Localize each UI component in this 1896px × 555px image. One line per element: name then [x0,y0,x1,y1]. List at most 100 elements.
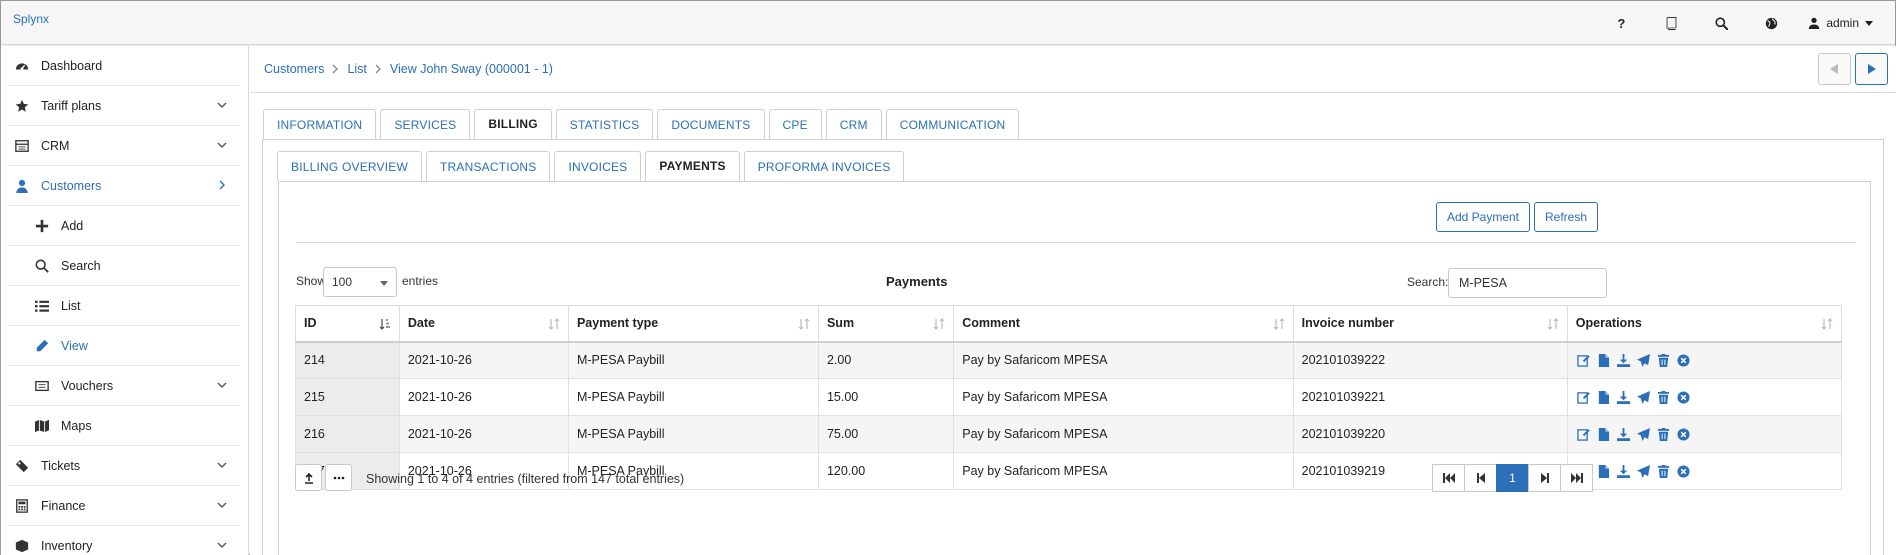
search-icon[interactable] [1696,1,1746,45]
document-icon[interactable] [1596,427,1611,441]
column-header-invoice-number[interactable]: Invoice number [1292,305,1568,343]
document-icon[interactable] [1596,390,1611,404]
delete-icon[interactable] [1656,427,1671,441]
cell-date: 2021-10-26 [398,341,569,379]
edit-icon[interactable] [1576,353,1591,367]
send-icon[interactable] [1636,464,1651,478]
breadcrumb-view[interactable]: View John Sway (000001 - 1) [390,62,553,76]
sidebar-item-maps[interactable]: Maps [7,406,239,446]
breadcrumb-bar: Customers List View John Sway (000001 - … [250,46,1896,93]
next-page-button[interactable] [1528,464,1561,492]
subtab-billing-overview[interactable]: BILLING OVERVIEW [277,151,423,181]
previous-page-button[interactable] [1464,464,1497,492]
column-header-sum[interactable]: Sum [817,305,955,343]
tab-cpe[interactable]: CPE [768,109,822,139]
edit-icon[interactable] [1576,390,1591,404]
chevron-right-icon [217,180,227,190]
delete-icon[interactable] [1656,390,1671,404]
search-input[interactable] [1448,268,1607,298]
sort-ascending-icon [379,318,391,330]
add-payment-button[interactable]: Add Payment [1436,202,1530,232]
payments-panel: Add Payment Refresh Show 100 entries Pay… [278,181,1871,555]
more-icon [333,476,344,479]
cell-operations [1566,415,1843,453]
delete-icon[interactable] [1656,353,1671,367]
chevron-down-icon [1865,20,1873,26]
download-icon[interactable] [1616,464,1631,478]
send-icon[interactable] [1636,390,1651,404]
more-options-button[interactable] [325,464,352,491]
tab-documents[interactable]: DOCUMENTS [657,109,765,139]
sidebar-item-tariff-plans[interactable]: Tariff plans [7,86,239,126]
export-button[interactable] [295,464,322,491]
tab-communication[interactable]: COMMUNICATION [885,109,1020,139]
sidebar-item-search[interactable]: Search [7,246,239,286]
sidebar-item-customers[interactable]: Customers [7,166,239,206]
column-header-payment-type[interactable]: Payment type [567,305,819,343]
star-icon [15,99,29,113]
sidebar-item-crm[interactable]: CRM [7,126,239,166]
sidebar-item-view[interactable]: View [7,326,239,366]
previous-customer-button[interactable] [1818,53,1851,85]
sidebar-item-list[interactable]: List [7,286,239,326]
brand-link[interactable]: Splynx [13,12,49,26]
chevron-down-icon [217,500,227,510]
table-row: 215 2021-10-26 M-PESA Paybill 15.00 Pay by S… [295,378,1843,416]
cancel-icon[interactable] [1676,390,1691,404]
sort-icon [933,318,945,330]
search-label: Search: [1407,275,1449,289]
last-page-button[interactable] [1560,464,1593,492]
globe-icon[interactable] [1746,1,1796,45]
column-header-operations[interactable]: Operations [1566,305,1843,343]
book-icon[interactable] [1646,1,1696,45]
cell-date: 2021-10-26 [398,415,569,453]
delete-icon[interactable] [1656,464,1671,478]
send-icon[interactable] [1636,427,1651,441]
breadcrumb-list[interactable]: List [347,62,366,76]
edit-icon[interactable] [1576,427,1591,441]
sidebar-item-vouchers[interactable]: Vouchers [7,366,239,406]
tab-statistics[interactable]: STATISTICS [555,109,654,139]
cancel-icon[interactable] [1676,353,1691,367]
tab-crm[interactable]: CRM [825,109,882,139]
main-content: Customers List View John Sway (000001 - … [250,46,1896,555]
chevron-down-icon [217,460,227,470]
sidebar-item-tickets[interactable]: Tickets [7,446,239,486]
download-icon[interactable] [1616,427,1631,441]
calculator-icon [15,499,29,513]
subtab-payments[interactable]: PAYMENTS [645,151,740,181]
top-icons: ? admin [1596,1,1895,45]
sidebar-item-add[interactable]: Add [7,206,239,246]
subtab-transactions[interactable]: TRANSACTIONS [426,151,551,181]
payments-table: ID Date Payment type Sum Comment Invoice numb… [295,305,1843,490]
sidebar-item-inventory[interactable]: Inventory [7,526,239,555]
column-header-id[interactable]: ID [295,305,400,343]
document-icon[interactable] [1596,353,1611,367]
tab-billing[interactable]: BILLING [474,109,552,139]
column-header-comment[interactable]: Comment [953,305,1294,343]
sidebar-item-finance[interactable]: Finance [7,486,239,526]
first-page-button[interactable] [1432,464,1465,492]
table-title: Payments [886,274,948,289]
next-customer-button[interactable] [1855,53,1888,85]
help-icon[interactable]: ? [1596,1,1646,45]
subtab-invoices[interactable]: INVOICES [554,151,642,181]
cancel-icon[interactable] [1676,464,1691,478]
page-1-button[interactable]: 1 [1496,464,1529,492]
subtab-proforma-invoices[interactable]: PROFORMA INVOICES [743,151,905,181]
cancel-icon[interactable] [1676,427,1691,441]
tab-services[interactable]: SERVICES [380,109,471,139]
cell-invoice: 202101039222 [1292,341,1568,379]
cell-id: 215 [295,378,400,416]
breadcrumb-customers[interactable]: Customers [264,62,324,76]
tab-information[interactable]: INFORMATION [263,109,377,139]
column-header-date[interactable]: Date [398,305,569,343]
download-icon[interactable] [1616,390,1631,404]
cell-comment: Pay by Safaricom MPESA [953,415,1294,453]
user-menu[interactable]: admin [1796,1,1895,45]
page-size-select[interactable]: 100 [323,267,397,297]
download-icon[interactable] [1616,353,1631,367]
refresh-button[interactable]: Refresh [1534,202,1598,232]
sidebar-item-dashboard[interactable]: Dashboard [7,46,239,86]
send-icon[interactable] [1636,353,1651,367]
